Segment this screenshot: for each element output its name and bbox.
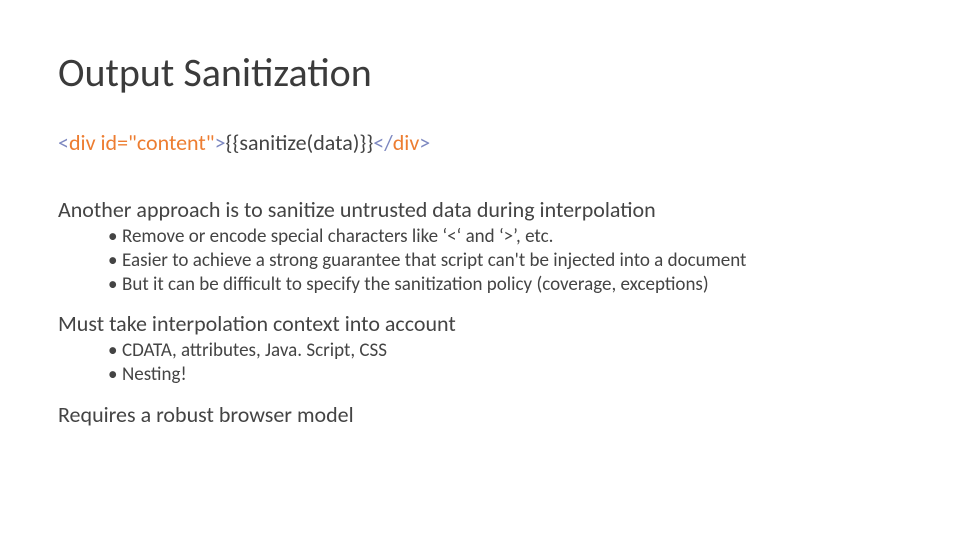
bullet-list-2: CDATA, attributes, Java. Script, CSS Nes… [58, 339, 902, 387]
code-example: <div id="content">{{sanitize(data)}}</di… [58, 129, 902, 156]
list-item: But it can be difficult to specify the s… [108, 273, 902, 297]
code-close-tag: div [393, 129, 420, 156]
code-attr: id="content" [96, 129, 215, 156]
slide-title: Output Sanitization [58, 48, 902, 97]
list-item: Nesting! [108, 363, 902, 387]
section-heading-2: Must take interpolation context into acc… [58, 310, 902, 337]
code-open-lt: < [58, 129, 69, 156]
bullet-list-1: Remove or encode special characters like… [58, 225, 902, 296]
list-item: CDATA, attributes, Java. Script, CSS [108, 339, 902, 363]
slide-container: Output Sanitization <div id="content">{{… [0, 0, 960, 470]
code-tag-div: div [69, 129, 96, 156]
code-inner: {{sanitize(data)}} [226, 129, 374, 156]
code-close-gt: > [419, 129, 430, 156]
code-close-lt: </ [373, 129, 392, 156]
section-heading-1: Another approach is to sanitize untruste… [58, 196, 902, 223]
code-open-gt: > [215, 129, 226, 156]
list-item: Easier to achieve a strong guarantee tha… [108, 249, 902, 273]
section-heading-3: Requires a robust browser model [58, 401, 902, 428]
list-item: Remove or encode special characters like… [108, 225, 902, 249]
